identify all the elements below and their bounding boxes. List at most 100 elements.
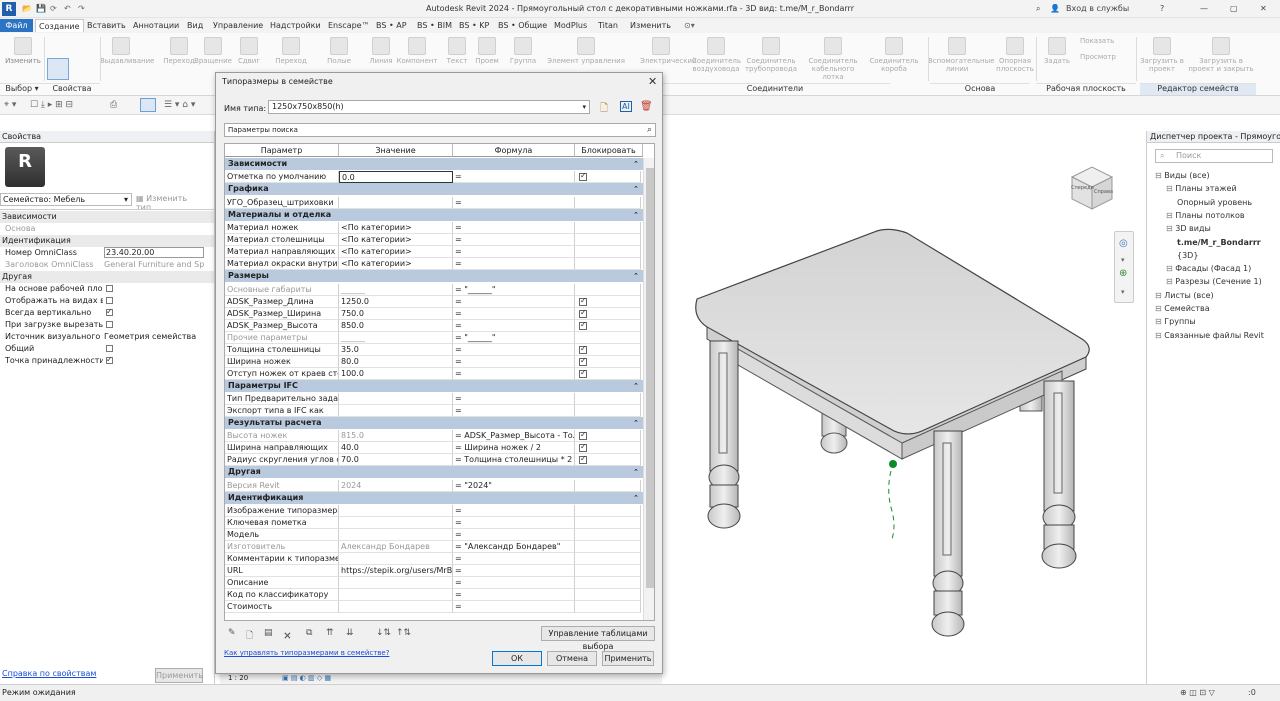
- parameter-value[interactable]: <По категории>: [339, 222, 453, 235]
- parameter-formula[interactable]: =: [453, 529, 575, 542]
- lock-checkbox[interactable]: [579, 442, 587, 453]
- close-button[interactable]: ✕: [1260, 4, 1267, 13]
- parameter-formula[interactable]: =: [453, 343, 575, 356]
- parameter-formula[interactable]: = Толщина столешницы * 2: [453, 454, 575, 467]
- collapse-icon[interactable]: ⌃: [633, 380, 639, 392]
- move-down-icon[interactable]: ⇊: [346, 628, 354, 638]
- column-header-parameter[interactable]: Параметр: [225, 144, 339, 157]
- parameter-formula[interactable]: =: [453, 171, 575, 184]
- parameter-value[interactable]: 850.0: [339, 319, 453, 332]
- delete-parameter-icon[interactable]: 🗙: [284, 628, 291, 644]
- tab-bs-general[interactable]: BS • Общие: [495, 19, 550, 32]
- collapse-icon[interactable]: ⌃: [633, 183, 639, 195]
- parameter-formula[interactable]: =: [453, 601, 575, 614]
- parameter-value[interactable]: [339, 589, 453, 602]
- tree-expander-icon[interactable]: ⊟: [1155, 331, 1164, 340]
- copy-parameter-icon[interactable]: ⧉: [306, 628, 312, 638]
- show-button[interactable]: Показать: [1080, 37, 1114, 45]
- parameter-value[interactable]: 80.0: [339, 355, 453, 368]
- grid-scrollbar[interactable]: [643, 158, 654, 620]
- parameter-value[interactable]: 2024: [339, 479, 453, 492]
- parameter-row[interactable]: Материал направляющих <По категории> =: [225, 246, 643, 259]
- parameter-value[interactable]: <По категории>: [339, 246, 453, 259]
- parameter-formula[interactable]: = ADSK_Размер_Высота - Толщи: [453, 430, 575, 443]
- help-icon[interactable]: ?: [1160, 4, 1164, 13]
- parameter-group-header[interactable]: Размеры ⌃: [225, 270, 643, 283]
- sort-descending-icon[interactable]: ↑⇅: [396, 628, 411, 638]
- ribbon-toggle-icon[interactable]: ⊙▾: [684, 21, 695, 30]
- parameter-formula[interactable]: =: [453, 565, 575, 578]
- lock-checkbox[interactable]: [579, 356, 587, 367]
- parameter-value[interactable]: [339, 405, 453, 417]
- parameter-formula[interactable]: = Ширина ножек / 2: [453, 442, 575, 455]
- view-controls-icons[interactable]: ▣ ▤ ◐ ▥ ◇ ▦: [282, 674, 331, 682]
- parameter-formula[interactable]: =: [453, 222, 575, 235]
- project-browser-item[interactable]: ⊟ Планы этажей: [1166, 184, 1237, 193]
- parameter-row[interactable]: Версия Revit 2024 = "2024": [225, 479, 643, 492]
- parameter-row[interactable]: Ширина направляющих 40.0 = Ширина ножек / …: [225, 442, 643, 455]
- parameter-formula[interactable]: =: [453, 196, 575, 209]
- parameter-row[interactable]: Комментарии к типоразмеру =: [225, 553, 643, 566]
- collapse-icon[interactable]: ⌃: [633, 492, 639, 504]
- parameter-row[interactable]: ADSK_Размер_Длина 1250.0 =: [225, 295, 643, 308]
- panel-select[interactable]: Выбор ▾: [0, 83, 44, 95]
- view-cube[interactable]: Спереди Справа: [1068, 163, 1116, 211]
- parameter-formula[interactable]: =: [453, 553, 575, 566]
- modify-parameter-icon[interactable]: ▤: [264, 628, 273, 638]
- new-type-icon[interactable]: 🗋: [600, 101, 608, 118]
- properties-apply-button[interactable]: Применить: [155, 668, 203, 683]
- tree-expander-icon[interactable]: ⊟: [1166, 224, 1175, 233]
- parameter-formula[interactable]: =: [453, 295, 575, 308]
- apply-button[interactable]: Применить: [602, 651, 654, 666]
- origin-point[interactable]: [889, 460, 897, 468]
- tab-annotate[interactable]: Аннотации: [130, 19, 182, 32]
- tab-manage[interactable]: Управление: [210, 19, 266, 32]
- new-parameter-icon[interactable]: 🗋: [246, 628, 253, 644]
- tree-expander-icon[interactable]: ⊟: [1155, 304, 1164, 313]
- parameter-formula[interactable]: =: [453, 234, 575, 247]
- duct-connector-button[interactable]: Соединитель воздуховода: [692, 35, 741, 80]
- minimize-button[interactable]: —: [1200, 4, 1208, 13]
- parameter-row[interactable]: Толщина столешницы 35.0 =: [225, 343, 643, 356]
- parameter-formula[interactable]: =: [453, 319, 575, 332]
- properties-row[interactable]: Номер OmniClass 23.40.20.00: [0, 247, 214, 259]
- filter-count[interactable]: :0: [1248, 688, 1256, 697]
- tab-titan[interactable]: Titan: [595, 19, 621, 32]
- modify-icon[interactable]: ⌖ ▾: [4, 100, 16, 110]
- parameter-row[interactable]: ADSK_Размер_Высота 850.0 =: [225, 319, 643, 332]
- properties-row[interactable]: Заголовок OmniClass General Furniture and…: [0, 259, 214, 271]
- tab-view[interactable]: Вид: [184, 19, 206, 32]
- column-header-value[interactable]: Значение: [339, 144, 453, 157]
- delete-type-icon[interactable]: 🗑: [640, 101, 653, 112]
- parameter-row[interactable]: URL https://stepik.org/users/MrB =: [225, 565, 643, 578]
- parameter-value[interactable]: 0.0: [339, 171, 453, 184]
- column-header-lock[interactable]: Блокировать: [575, 144, 643, 157]
- parameter-row[interactable]: Высота ножек 815.0 = ADSK_Размер_Высота - …: [225, 430, 643, 443]
- collapse-icon[interactable]: ⌃: [633, 270, 639, 282]
- dialog-help-link[interactable]: Как управлять типоразмерами в семействе?: [224, 649, 389, 657]
- tab-file[interactable]: Файл: [0, 19, 33, 32]
- lock-checkbox[interactable]: [579, 368, 587, 379]
- project-browser-item[interactable]: ⊟ Связанные файлы Revit: [1155, 331, 1264, 340]
- parameter-row[interactable]: Материал столешницы <По категории> =: [225, 234, 643, 247]
- parameter-formula[interactable]: =: [453, 355, 575, 368]
- parameter-value[interactable]: 35.0: [339, 343, 453, 356]
- parameter-value[interactable]: [339, 553, 453, 566]
- collapse-icon[interactable]: ⌃: [633, 209, 639, 221]
- family-selector[interactable]: Семейство: Мебель ▾: [0, 193, 132, 206]
- project-browser-item[interactable]: {3D}: [1177, 251, 1198, 260]
- parameter-value[interactable]: 815.0: [339, 430, 453, 443]
- reference-line-button[interactable]: Вспомогательные линии: [928, 35, 994, 80]
- properties-row[interactable]: Точка принадлежности ...: [0, 354, 214, 367]
- tree-expander-icon[interactable]: ⊟: [1166, 211, 1175, 220]
- project-browser-item[interactable]: ⊟ Семейства: [1155, 304, 1210, 313]
- parameter-row[interactable]: Экспорт типа в IFC как =: [225, 405, 643, 417]
- navigation-bar[interactable]: ◎ ▾ ⊕ ▾: [1114, 231, 1134, 303]
- lock-checkbox[interactable]: [579, 430, 587, 441]
- project-browser-search[interactable]: ⌕ Поиск: [1155, 149, 1273, 163]
- parameter-value[interactable]: [339, 505, 453, 518]
- parameter-group-header[interactable]: Идентификация ⌃: [225, 491, 643, 504]
- parameter-group-header[interactable]: Результаты расчета ⌃: [225, 417, 643, 429]
- tab-bs-kp[interactable]: BS • KP: [456, 19, 492, 32]
- tree-expander-icon[interactable]: ⊟: [1166, 277, 1175, 286]
